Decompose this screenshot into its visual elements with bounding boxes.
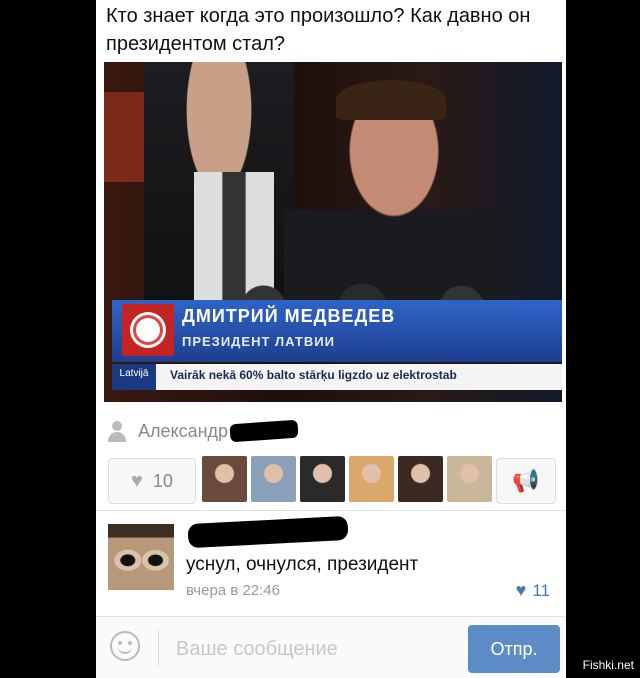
tv-caption-name: ДМИТРИЙ МЕДВЕДЕВ xyxy=(182,306,396,326)
post-author[interactable]: Александр xyxy=(106,418,299,444)
tv-ticker: Latvijā Vairāk nekā 60% balto stārķu lig… xyxy=(112,364,562,390)
liker-avatar[interactable] xyxy=(447,456,492,502)
post-text: Кто знает когда это произошло? Как давно… xyxy=(106,5,531,55)
divider xyxy=(96,510,566,511)
liker-avatar[interactable] xyxy=(398,456,443,502)
globe-icon xyxy=(128,310,168,350)
megaphone-icon: 📢 xyxy=(512,468,540,493)
author-name-redaction xyxy=(229,419,299,443)
tv-lower-third: ДМИТРИЙ МЕДВЕДЕВ ПРЕЗИДЕНТ ЛАТВИИ xyxy=(112,300,562,362)
message-composer: Отпр. xyxy=(96,616,566,678)
heart-icon: ♥ xyxy=(515,580,527,600)
comment-time: вчера в 22:46 xyxy=(186,582,280,599)
liker-avatar[interactable] xyxy=(300,456,345,502)
comment: уснул, очнулся, президент вчера в 22:46 … xyxy=(106,515,556,612)
like-count: 10 xyxy=(152,470,173,491)
divider xyxy=(158,629,159,667)
share-button[interactable]: 📢 xyxy=(496,458,556,504)
liker-avatar[interactable] xyxy=(202,456,247,502)
liked-by-avatars xyxy=(202,456,492,502)
ticker-text: Vairāk nekā 60% balto stārķu ligzdo uz e… xyxy=(170,368,457,382)
comment-like-button[interactable]: ♥ 11 xyxy=(516,580,550,601)
comment-text: уснул, очнулся, президент xyxy=(186,554,419,575)
liker-avatar[interactable] xyxy=(349,456,394,502)
person-icon xyxy=(106,420,128,442)
commenter-avatar[interactable] xyxy=(108,524,174,590)
comment-like-count: 11 xyxy=(532,580,550,600)
author-name[interactable]: Александр xyxy=(138,421,228,442)
liker-avatar[interactable] xyxy=(251,456,296,502)
smiley-icon[interactable] xyxy=(110,631,140,661)
tv-channel-logo xyxy=(122,304,174,356)
post-screen: Кто знает когда это произошло? Как давно… xyxy=(96,0,566,678)
send-button[interactable]: Отпр. xyxy=(468,625,560,673)
watermark: Fishki.net xyxy=(582,658,634,672)
commenter-name-redaction xyxy=(187,515,349,549)
tv-caption-title: ПРЕЗИДЕНТ ЛАТВИИ xyxy=(182,334,335,349)
photo-shirt xyxy=(194,172,274,302)
post-photo[interactable]: ДМИТРИЙ МЕДВЕДЕВ ПРЕЗИДЕНТ ЛАТВИИ Latvij… xyxy=(104,62,562,402)
ticker-country: Latvijā xyxy=(112,364,156,390)
like-button[interactable]: ♥ 10 xyxy=(108,458,196,504)
photo-flag xyxy=(104,92,144,182)
photo-hair xyxy=(336,80,446,120)
message-input[interactable] xyxy=(174,631,448,667)
heart-icon: ♥ xyxy=(131,469,143,492)
post-actions: ♥ 10 📢 xyxy=(106,456,556,504)
